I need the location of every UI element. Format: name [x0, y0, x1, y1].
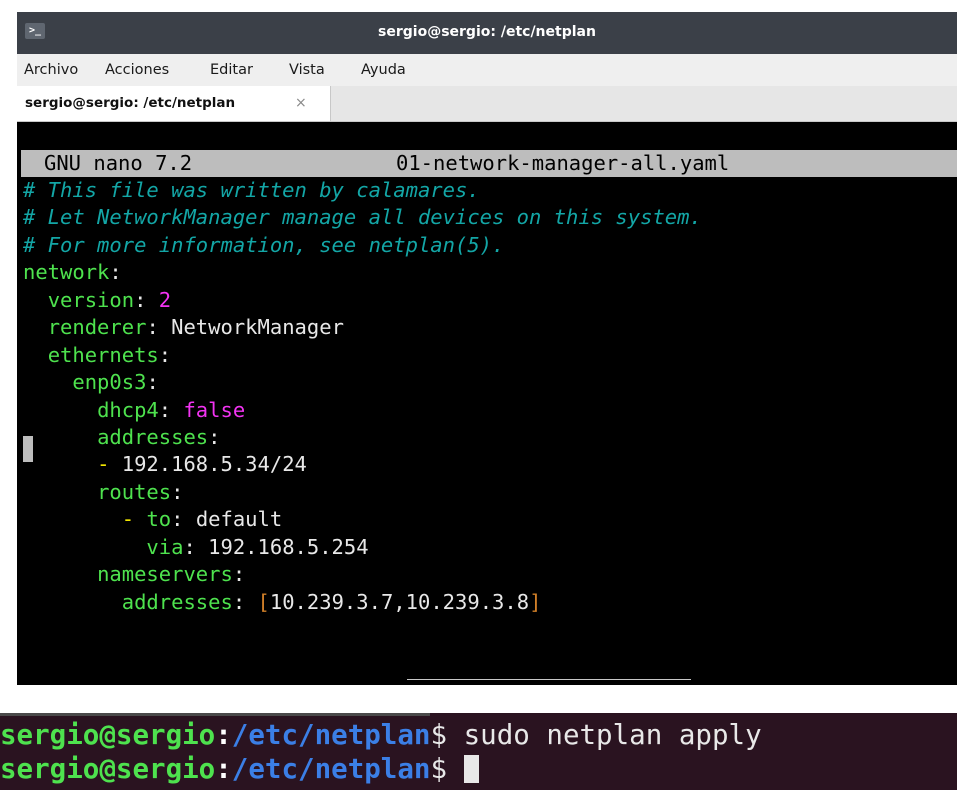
terminal-output[interactable]: sergio@sergio:/etc/netplan$ sudo netplan… — [0, 713, 957, 790]
nano-version: GNU nano 7.2 — [44, 151, 193, 175]
nano-editor[interactable]: GNU nano 7.2 01-network-manager-all.yaml… — [17, 122, 957, 685]
prompt-symbol: $ — [430, 753, 448, 785]
yaml-key: routes — [97, 480, 172, 504]
menu-editar[interactable]: Editar — [210, 54, 253, 86]
comment-line: # For more information, see netplan(5). — [23, 233, 505, 257]
yaml-value: NetworkManager — [171, 315, 344, 339]
yaml-line: version: 2 — [47, 288, 172, 312]
divider-line — [407, 679, 691, 680]
yaml-key: network — [23, 260, 110, 284]
yaml-line: via: 192.168.5.254 — [146, 535, 369, 559]
prompt-path: /etc/netplan — [231, 719, 431, 751]
menu-archivo[interactable]: Archivo — [24, 54, 78, 86]
prompt-user: sergio@sergio — [0, 719, 216, 751]
window-title: sergio@sergio: /etc/netplan — [378, 24, 596, 40]
yaml-value: default — [195, 507, 283, 531]
prompt-line: sergio@sergio:/etc/netplan$ — [0, 752, 479, 786]
command-text: sudo netplan apply — [463, 719, 762, 751]
yaml-key: enp0s3 — [72, 370, 147, 394]
yaml-value: false — [183, 398, 246, 422]
yaml-key: to — [146, 507, 172, 531]
prompt-line: sergio@sergio:/etc/netplan$ sudo netplan… — [0, 719, 762, 751]
menu-bar: Archivo Acciones Editar Vista Ayuda — [17, 54, 957, 86]
tab-terminal[interactable]: sergio@sergio: /etc/netplan × — [17, 86, 331, 121]
yaml-key: renderer — [47, 315, 147, 339]
yaml-key: via — [146, 535, 184, 559]
yaml-line: nameservers: — [97, 562, 246, 586]
yaml-line: - 192.168.5.34/24 — [97, 452, 307, 476]
yaml-value: 192.168.5.254 — [208, 535, 369, 559]
yaml-value: 10.239.3.7,10.239.3.8 — [269, 590, 530, 614]
tab-label: sergio@sergio: /etc/netplan — [25, 95, 236, 111]
yaml-line: enp0s3: — [72, 370, 159, 394]
menu-ayuda[interactable]: Ayuda — [361, 54, 406, 86]
title-bar[interactable]: >_ sergio@sergio: /etc/netplan — [17, 12, 957, 54]
yaml-line: - to: default — [121, 507, 283, 531]
yaml-line: addresses: — [97, 425, 221, 449]
yaml-value: 2 — [158, 288, 172, 312]
close-icon[interactable]: × — [295, 86, 307, 121]
yaml-key: addresses — [97, 425, 209, 449]
yaml-line: ethernets: — [47, 343, 172, 367]
comment-line: # Let NetworkManager manage all devices … — [23, 205, 702, 229]
text-cursor — [463, 755, 479, 783]
yaml-line: dhcp4: false — [97, 398, 246, 422]
nano-filename: 01-network-manager-all.yaml — [396, 151, 730, 175]
menu-acciones[interactable]: Acciones — [105, 54, 169, 86]
yaml-value: 192.168.5.34/24 — [121, 452, 307, 476]
yaml-key: nameservers — [97, 562, 233, 586]
tab-bar: sergio@sergio: /etc/netplan × — [17, 86, 957, 122]
yaml-line: addresses: [10.239.3.7,10.239.3.8] — [121, 590, 542, 614]
nano-header-bar: GNU nano 7.2 01-network-manager-all.yaml — [21, 150, 957, 177]
yaml-key: ethernets — [47, 343, 159, 367]
yaml-key: addresses — [121, 590, 233, 614]
prompt-path: /etc/netplan — [231, 753, 431, 785]
yaml-key: version — [47, 288, 135, 312]
prompt-symbol: $ — [430, 719, 448, 751]
scroll-marker[interactable] — [23, 436, 33, 462]
menu-vista[interactable]: Vista — [289, 54, 325, 86]
divider-line — [0, 713, 430, 716]
yaml-line: routes: — [97, 480, 184, 504]
yaml-line: network: — [23, 260, 122, 284]
yaml-key: dhcp4 — [97, 398, 159, 422]
comment-line: # This file was written by calamares. — [23, 178, 480, 202]
terminal-window: >_ sergio@sergio: /etc/netplan Archivo A… — [17, 12, 957, 685]
yaml-line: renderer: NetworkManager — [47, 315, 344, 339]
prompt-user: sergio@sergio — [0, 753, 216, 785]
